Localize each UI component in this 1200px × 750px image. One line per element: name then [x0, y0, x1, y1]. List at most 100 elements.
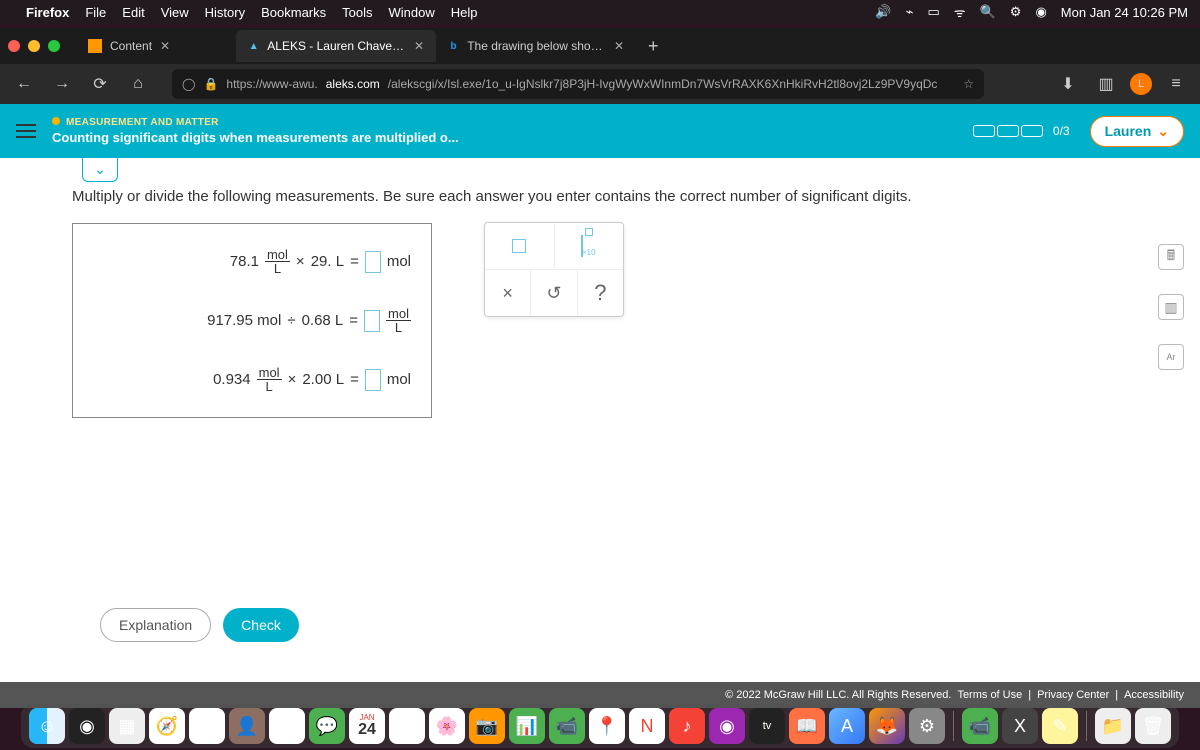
dock-safari[interactable]: 🧭 [149, 708, 185, 744]
app-menu[interactable]: Firefox [26, 5, 69, 20]
tool-clear[interactable]: × [485, 270, 531, 316]
tool-exponent[interactable]: ×10 [555, 223, 624, 269]
periodic-table-icon[interactable]: Ar [1158, 344, 1184, 370]
volume-icon[interactable]: 🔊 [875, 4, 891, 20]
app-menu-button[interactable]: ≡ [1162, 70, 1190, 98]
dock-reminders[interactable]: ☑ [389, 708, 425, 744]
topic-title: Counting significant digits when measure… [52, 130, 459, 145]
forward-button[interactable]: → [48, 70, 76, 98]
privacy-link[interactable]: Privacy Center [1037, 689, 1109, 701]
dock-maps[interactable]: 📍 [589, 708, 625, 744]
tool-help[interactable]: ? [578, 270, 623, 316]
maximize-window-button[interactable] [48, 40, 60, 52]
dock-chrome[interactable]: ◯ [269, 708, 305, 744]
dock-photobooth[interactable]: 📷 [469, 708, 505, 744]
tab-aleks[interactable]: ▲ ALEKS - Lauren Chavez - Learn ✕ [236, 30, 436, 62]
tool-placeholder[interactable] [485, 223, 555, 269]
dock-music[interactable]: ♪ [669, 708, 705, 744]
tab-drawing[interactable]: b The drawing below shows a mixt ✕ [436, 30, 636, 62]
dock-notes[interactable]: ✎ [1042, 708, 1078, 744]
browser-toolbar: ← → ⟳ ⌂ ◯ 🔒 https://www-awu.aleks.com/al… [0, 64, 1200, 104]
dock-messages[interactable]: 💬 [309, 708, 345, 744]
library-icon[interactable]: ▥ [1092, 70, 1120, 98]
address-bar[interactable]: ◯ 🔒 https://www-awu.aleks.com/alekscgi/x… [172, 69, 984, 99]
dock-photos[interactable]: 🌸 [429, 708, 465, 744]
answer-input-1[interactable] [365, 251, 381, 273]
accessibility-link[interactable]: Accessibility [1124, 689, 1184, 701]
menu-bookmarks[interactable]: Bookmarks [261, 5, 326, 20]
dock-trash[interactable]: 🗑 [1135, 708, 1171, 744]
new-tab-button[interactable]: + [636, 36, 671, 57]
check-button[interactable]: Check [223, 608, 299, 642]
dock-camera[interactable]: 📹 [962, 708, 998, 744]
dock-podcasts[interactable]: ◉ [709, 708, 745, 744]
calculator-icon[interactable]: 🖩 [1158, 244, 1184, 270]
dock-books[interactable]: 📖 [789, 708, 825, 744]
close-tab-icon[interactable]: ✕ [414, 39, 424, 53]
menubar-datetime[interactable]: Mon Jan 24 10:26 PM [1061, 5, 1188, 20]
dock-calendar[interactable]: JAN24 [349, 708, 385, 744]
search-icon[interactable]: 🔍 [980, 4, 996, 20]
dock-siri[interactable]: ◉ [69, 708, 105, 744]
menu-help[interactable]: Help [451, 5, 478, 20]
collapse-toggle[interactable]: ⌄ [82, 158, 118, 182]
back-button[interactable]: ← [10, 70, 38, 98]
battery-icon[interactable]: ▭ [927, 4, 939, 20]
dock-mail[interactable]: ✉ [189, 708, 225, 744]
dock-downloads[interactable]: 📁 [1095, 708, 1131, 744]
bookmark-star-icon[interactable]: ☆ [963, 77, 974, 91]
user-menu[interactable]: Lauren ⌄ [1090, 116, 1184, 147]
dock-tv[interactable]: tv [749, 708, 785, 744]
chevron-down-icon: ⌄ [1157, 123, 1169, 140]
menu-tools[interactable]: Tools [342, 5, 372, 20]
wifi-icon[interactable]: ᯤ [954, 3, 966, 21]
menu-history[interactable]: History [205, 5, 245, 20]
menu-view[interactable]: View [161, 5, 189, 20]
dock-settings[interactable]: ⚙ [909, 708, 945, 744]
dock-facetime[interactable]: 📹 [549, 708, 585, 744]
close-tab-icon[interactable]: ✕ [160, 39, 170, 53]
cal-day: 24 [358, 722, 376, 738]
p2-op: ÷ [287, 312, 295, 329]
reload-button[interactable]: ⟳ [86, 70, 114, 98]
close-window-button[interactable] [8, 40, 20, 52]
topic-block: MEASUREMENT AND MATTER Counting signific… [52, 117, 459, 145]
progress-boxes [973, 125, 1043, 137]
equals: = [350, 371, 359, 388]
menu-file[interactable]: File [85, 5, 106, 20]
pocket-icon[interactable]: ⬇ [1054, 70, 1082, 98]
problems-box: 78.1 molL × 29. L = mol 917.95 mol ÷ 0.6… [72, 223, 432, 418]
tool-reset[interactable]: ↺ [531, 270, 577, 316]
tab-label: ALEKS - Lauren Chavez - Learn [267, 39, 406, 53]
siri-icon[interactable]: ◉ [1035, 4, 1046, 20]
control-center-icon[interactable]: ⚙ [1010, 4, 1022, 20]
answer-input-2[interactable] [364, 310, 380, 332]
tab-label: Content [110, 39, 152, 53]
dock-news[interactable]: N [629, 708, 665, 744]
answer-input-3[interactable] [365, 369, 381, 391]
tab-content[interactable]: Content ✕ [76, 30, 236, 62]
bluetooth-icon[interactable]: ⌁ [906, 4, 914, 20]
menu-icon[interactable] [16, 120, 36, 142]
frac-num: mol [265, 248, 290, 262]
explanation-button[interactable]: Explanation [100, 608, 211, 642]
dock-finder[interactable]: ☺ [29, 708, 65, 744]
menu-edit[interactable]: Edit [122, 5, 144, 20]
side-tools: 🖩 ▥ Ar [1158, 244, 1184, 370]
terms-link[interactable]: Terms of Use [957, 689, 1022, 701]
dock-firefox[interactable]: 🦊 [869, 708, 905, 744]
menu-window[interactable]: Window [389, 5, 435, 20]
home-button[interactable]: ⌂ [124, 70, 152, 98]
p2-a: 917.95 mol [207, 312, 281, 329]
dock-xcode[interactable]: X [1002, 708, 1038, 744]
progress-indicator: 0/3 [973, 124, 1070, 138]
minimize-window-button[interactable] [28, 40, 40, 52]
close-tab-icon[interactable]: ✕ [614, 39, 624, 53]
p3-op: × [288, 371, 297, 388]
account-icon[interactable]: L [1130, 73, 1152, 95]
dock-contacts[interactable]: 👤 [229, 708, 265, 744]
dock-appstore[interactable]: A [829, 708, 865, 744]
dock-launchpad[interactable]: ▦ [109, 708, 145, 744]
dock-numbers[interactable]: 📊 [509, 708, 545, 744]
data-table-icon[interactable]: ▥ [1158, 294, 1184, 320]
